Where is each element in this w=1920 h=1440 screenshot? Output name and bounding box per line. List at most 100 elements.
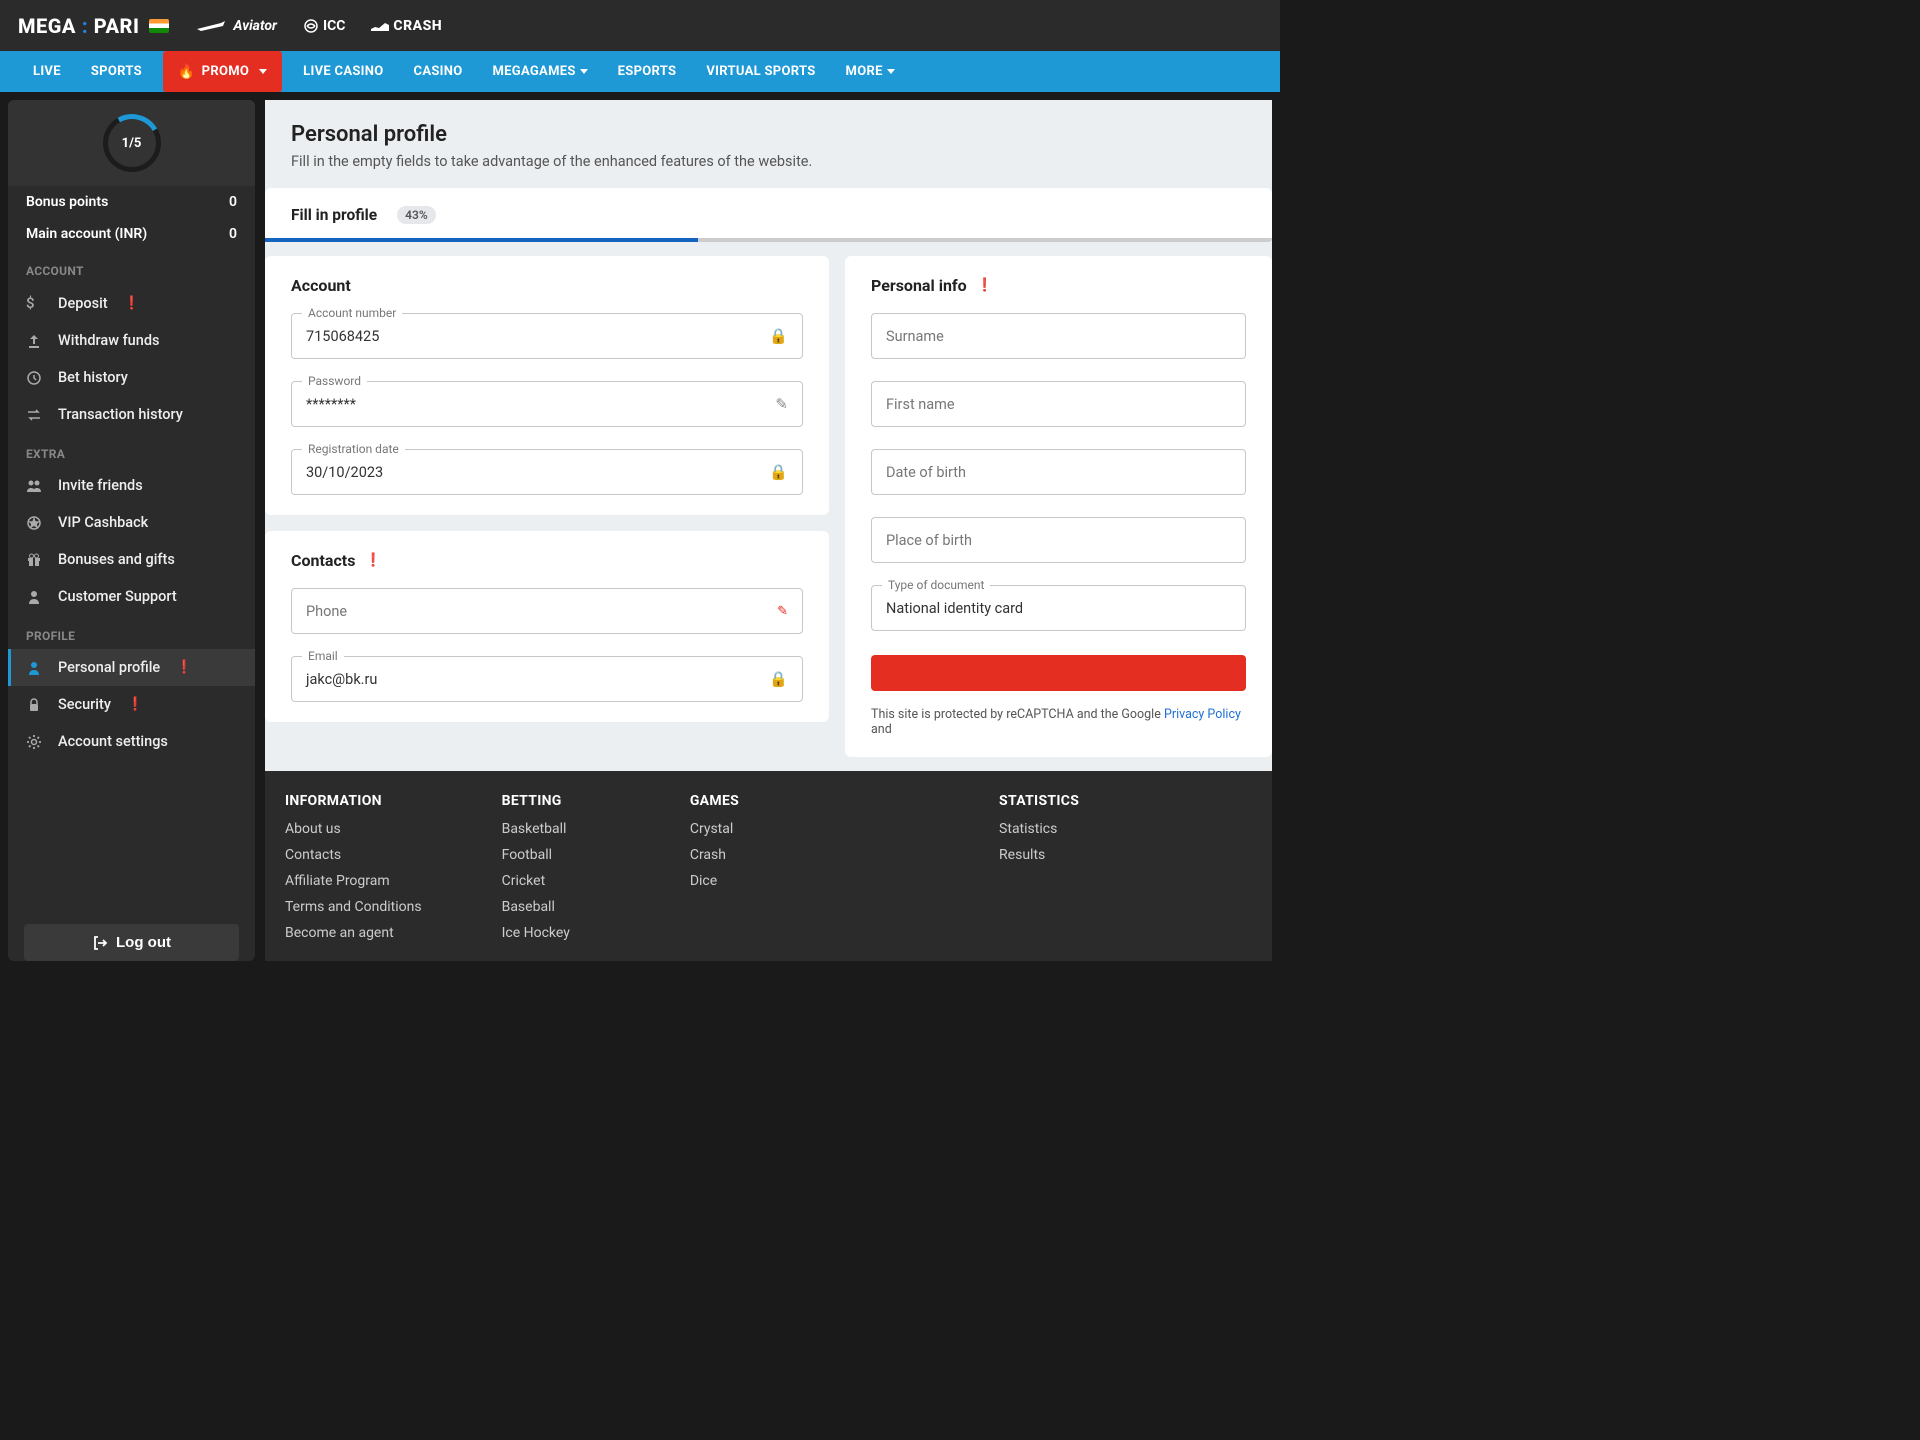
crash-link[interactable]: CRASH	[371, 18, 442, 34]
contacts-title: Contacts❗	[291, 551, 803, 570]
nav-promo[interactable]: 🔥 PROMO	[163, 51, 282, 92]
email-value: jakc@bk.ru	[306, 671, 769, 688]
lock-icon: 🔒	[769, 327, 788, 345]
nav-sports[interactable]: SPORTS	[76, 51, 157, 92]
aviator-link[interactable]: Aviator	[195, 18, 277, 34]
sidebar-item-deposit[interactable]: $Deposit❗	[8, 284, 255, 322]
brand-logo[interactable]: MEGA : PARI	[18, 14, 169, 38]
chevron-down-icon	[259, 69, 267, 74]
firstname-field[interactable]: First name	[871, 381, 1246, 427]
fill-profile-card: Fill in profile 43%	[265, 188, 1272, 242]
sidebar-item-invite[interactable]: Invite friends	[8, 467, 255, 504]
edit-icon[interactable]: ✎	[777, 604, 788, 619]
sidebar-item-tx-history[interactable]: Transaction history	[8, 396, 255, 433]
icc-link[interactable]: ICC	[303, 18, 345, 34]
bonus-points-value: 0	[229, 194, 237, 210]
contacts-card: Contacts❗ Phone ✎ Email jakc@bk.	[265, 531, 829, 722]
bonus-points-row: Bonus points 0	[8, 186, 255, 218]
logo-colon: :	[82, 14, 88, 38]
top-bar: MEGA : PARI Aviator ICC CRASH	[0, 0, 1280, 51]
footer-link[interactable]: Ice Hockey	[502, 925, 570, 941]
india-flag-icon	[149, 19, 169, 33]
lock-icon	[26, 697, 44, 713]
nav-esports[interactable]: ESPORTS	[603, 51, 692, 92]
gear-icon	[26, 734, 44, 750]
section-profile: PROFILE	[8, 615, 255, 649]
footer-link[interactable]: Cricket	[502, 873, 570, 889]
pob-field[interactable]: Place of birth	[871, 517, 1246, 563]
content: Personal profile Fill in the empty field…	[265, 100, 1272, 961]
recaptcha-notice: This site is protected by reCAPTCHA and …	[871, 707, 1246, 737]
footer: INFORMATION About us Contacts Affiliate …	[265, 771, 1272, 961]
footer-link[interactable]: Dice	[690, 873, 739, 889]
password-value: ********	[306, 396, 775, 413]
sidebar-item-profile[interactable]: Personal profile❗	[8, 649, 255, 686]
nav-live[interactable]: LIVE	[18, 51, 76, 92]
alert-icon: ❗	[176, 660, 192, 675]
main-account-row: Main account (INR) 0	[8, 218, 255, 250]
logout-button[interactable]: Log out	[24, 924, 239, 961]
logo-text-1: MEGA	[18, 14, 76, 38]
sidebar-item-support[interactable]: Customer Support	[8, 578, 255, 615]
flame-icon: 🔥	[178, 64, 196, 80]
nav-live-casino[interactable]: LIVE CASINO	[288, 51, 398, 92]
cricket-icon	[303, 18, 319, 34]
footer-link[interactable]: Results	[999, 847, 1079, 863]
doc-type-field[interactable]: Type of documentNational identity card	[871, 585, 1246, 631]
footer-link[interactable]: Baseball	[502, 899, 570, 915]
alert-icon: ❗	[127, 697, 143, 712]
lock-icon: 🔒	[769, 463, 788, 481]
footer-link[interactable]: Terms and Conditions	[285, 899, 422, 915]
footer-col-betting: BETTING Basketball Football Cricket Base…	[502, 793, 570, 951]
crash-icon	[371, 21, 389, 31]
dob-field[interactable]: Date of birth	[871, 449, 1246, 495]
progress-step: 1/5	[103, 114, 161, 172]
main-nav: LIVE SPORTS 🔥 PROMO LIVE CASINO CASINO M…	[0, 51, 1280, 92]
account-number-field: Account number 715068425 🔒	[291, 313, 803, 359]
page-header: Personal profile Fill in the empty field…	[265, 100, 1272, 188]
profile-progress-ring: 1/5	[8, 100, 255, 186]
upload-icon	[26, 333, 44, 349]
footer-link[interactable]: Crystal	[690, 821, 739, 837]
alert-icon: ❗	[365, 553, 381, 568]
footer-link[interactable]: Affiliate Program	[285, 873, 422, 889]
sidebar-item-bonuses[interactable]: Bonuses and gifts	[8, 541, 255, 578]
nav-more[interactable]: MORE	[831, 51, 910, 92]
chevron-down-icon	[887, 69, 895, 74]
footer-link[interactable]: Become an agent	[285, 925, 422, 941]
save-button[interactable]	[871, 655, 1246, 691]
footer-link[interactable]: Contacts	[285, 847, 422, 863]
gift-icon	[26, 552, 44, 568]
footer-link[interactable]: Statistics	[999, 821, 1079, 837]
footer-link[interactable]: Football	[502, 847, 570, 863]
nav-virtual-sports[interactable]: VIRTUAL SPORTS	[691, 51, 830, 92]
email-field: Email jakc@bk.ru 🔒	[291, 656, 803, 702]
main-wrap: 1/5 Bonus points 0 Main account (INR) 0 …	[0, 92, 1280, 969]
edit-icon[interactable]: ✎	[775, 395, 788, 413]
personal-title: Personal info❗	[871, 276, 1246, 295]
sidebar-item-withdraw[interactable]: Withdraw funds	[8, 322, 255, 359]
footer-link[interactable]: About us	[285, 821, 422, 837]
people-icon	[26, 478, 44, 494]
lock-icon: 🔒	[769, 670, 788, 688]
surname-field[interactable]: Surname	[871, 313, 1246, 359]
footer-link[interactable]: Crash	[690, 847, 739, 863]
star-icon	[26, 515, 44, 531]
nav-megagames[interactable]: MEGAGAMES	[478, 51, 603, 92]
sidebar-item-security[interactable]: Security❗	[8, 686, 255, 723]
sidebar-item-bet-history[interactable]: Bet history	[8, 359, 255, 396]
sidebar-item-settings[interactable]: Account settings	[8, 723, 255, 760]
password-field[interactable]: Password ******** ✎	[291, 381, 803, 427]
footer-col-stats: STATISTICS Statistics Results	[999, 793, 1079, 951]
reg-date-field: Registration date 30/10/2023 🔒	[291, 449, 803, 495]
personal-info-card: Personal info❗ Surname First name Date o…	[845, 256, 1272, 757]
progress-bar-fill	[265, 238, 698, 242]
fill-profile-pct: 43%	[397, 206, 436, 224]
footer-col-info: INFORMATION About us Contacts Affiliate …	[285, 793, 422, 951]
privacy-policy-link[interactable]: Privacy Policy	[1164, 707, 1241, 722]
sidebar-item-vip[interactable]: VIP Cashback	[8, 504, 255, 541]
phone-field[interactable]: Phone ✎	[291, 588, 803, 634]
nav-casino[interactable]: CASINO	[399, 51, 478, 92]
footer-link[interactable]: Basketball	[502, 821, 570, 837]
footer-col-games: GAMES Crystal Crash Dice	[690, 793, 739, 951]
